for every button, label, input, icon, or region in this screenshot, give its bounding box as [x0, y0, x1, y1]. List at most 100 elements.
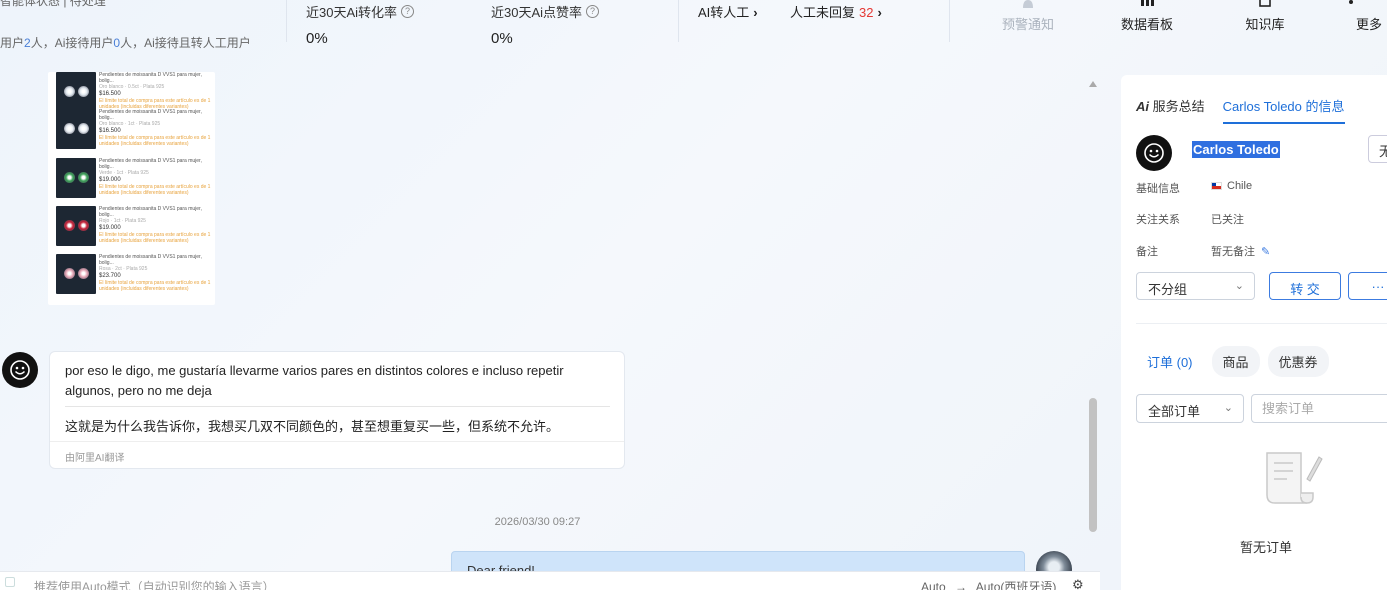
stat-ai-like-rate: 近30天Ai点赞率? 0% — [491, 2, 600, 47]
translate-mode-icon[interactable] — [5, 577, 15, 587]
stat-ai-conversion: 近30天Ai转化率? 0% — [306, 2, 415, 47]
product-price: $19.000 — [99, 225, 121, 231]
more-actions-button[interactable]: ··· — [1348, 272, 1387, 300]
order-filter-select[interactable]: 全部订单 ⌄ — [1136, 394, 1244, 423]
product-item[interactable]: Pendientes de moissanita D VVS1 para muj… — [54, 109, 214, 155]
pencil-icon[interactable]: ✎ — [1261, 246, 1270, 258]
product-limit-note: El límite total de compra para este artí… — [99, 280, 211, 292]
empty-orders-icon — [1266, 452, 1323, 504]
product-thumbnail — [56, 158, 96, 198]
chart-icon — [1141, 0, 1154, 6]
chile-flag-icon — [1211, 182, 1222, 190]
product-title: Pendientes de moissanita D VVS1 para muj… — [99, 206, 202, 218]
product-item[interactable]: Pendientes de moissanita D VVS1 para muj… — [54, 158, 214, 204]
divider — [678, 0, 679, 42]
knowledge-base-button[interactable]: 知识库 — [1225, 0, 1305, 33]
chevron-down-icon: ⌄ — [1223, 402, 1233, 414]
smiley-icon — [1144, 143, 1164, 163]
divider — [286, 0, 287, 42]
gear-icon[interactable]: ⚙ — [1072, 577, 1084, 590]
more-icon — [1349, 0, 1353, 4]
product-limit-note: El límite total de compra para este artí… — [99, 135, 211, 147]
message-translation: 这就是为什么我告诉你，我想买几双不同颜色的，甚至想重复买一些，但系统不允许。 — [65, 419, 560, 434]
tag-button[interactable]: 无 — [1368, 135, 1387, 163]
smiley-icon — [10, 360, 30, 380]
tab-coupons[interactable]: 优惠券 — [1267, 346, 1329, 377]
unreplied-count: 32 — [859, 5, 874, 20]
gem-shape — [78, 172, 89, 183]
chat-scrollbar[interactable] — [1089, 398, 1097, 532]
chevron-down-icon: ⌄ — [1234, 280, 1244, 292]
translation-footer: 由阿里AI翻译 — [65, 453, 125, 464]
group-select[interactable]: 不分组 ⌄ — [1136, 272, 1255, 300]
help-icon[interactable]: ? — [401, 5, 415, 18]
product-variant: Oro blanco · 1ct · Plata 925 — [99, 121, 161, 127]
product-variant: Rojo · 1ct · Plata 925 — [99, 218, 146, 224]
tab-customer-info[interactable]: Carlos Toledo 的信息 — [1222, 96, 1345, 124]
tab-orders[interactable]: 订单 (0) — [1136, 346, 1204, 377]
message-input-bar[interactable]: 推荐使用Auto模式（自动识别您的输入语言） Auto → Auto(西班牙语)… — [0, 571, 1100, 590]
stat-value: 0% — [306, 30, 328, 47]
message-input-placeholder[interactable]: 推荐使用Auto模式（自动识别您的输入语言） — [34, 578, 275, 590]
gem-shape — [64, 220, 75, 231]
book-icon — [1259, 0, 1271, 7]
tab-products[interactable]: 商品 — [1211, 346, 1260, 377]
product-variant: Oro blanco · 0.5ct · Plata 925 — [99, 84, 165, 90]
product-thumbnail — [56, 206, 96, 246]
divider — [50, 441, 624, 442]
chat-thread[interactable]: Pendientes de moissanita D VVS1 para muj… — [0, 72, 1100, 572]
stat-value: 0% — [491, 30, 513, 47]
agent-avatar — [1036, 551, 1072, 572]
product-title: Pendientes de moissanita D VVS1 para muj… — [99, 72, 202, 84]
product-limit-note: El límite total de compra para este artí… — [99, 232, 211, 244]
product-price: $16.500 — [99, 91, 121, 97]
info-row-basic: 基础信息 Chile — [1136, 180, 1253, 195]
customer-name[interactable]: Carlos Toledo — [1192, 141, 1280, 158]
order-search-input[interactable] — [1251, 394, 1387, 423]
product-item[interactable]: Pendientes de moissanita D VVS1 para muj… — [54, 254, 214, 300]
gem-shape — [78, 86, 89, 97]
help-icon[interactable]: ? — [586, 5, 600, 18]
product-item[interactable]: Pendientes de moissanita D VVS1 para muj… — [54, 206, 214, 252]
product-title: Pendientes de moissanita D VVS1 para muj… — [99, 158, 202, 170]
empty-orders-text: 暂无订单 — [1239, 540, 1292, 555]
chevron-right-icon: › — [753, 5, 758, 20]
scroll-up-arrow[interactable] — [1089, 81, 1097, 87]
tab-service-summary[interactable]: Ai 服务总结 — [1136, 96, 1205, 124]
alert-notice-button[interactable]: 预警通知 — [988, 0, 1068, 33]
product-limit-note: El límite total de compra para este artí… — [99, 184, 211, 196]
arrow-right-icon: → — [955, 580, 968, 590]
stats-header: 智能体状态 | 待处理 用户2人，Ai接待用户0人，Ai接待且转人工用户 近30… — [0, 0, 1387, 58]
gem-shape — [64, 123, 75, 134]
ai-transfer-link[interactable]: AI转人工 › — [698, 2, 758, 21]
product-thumbnail — [56, 109, 96, 149]
language-selector[interactable]: Auto → Auto(西班牙语) — [921, 578, 1056, 590]
divider — [949, 0, 950, 42]
chevron-right-icon: › — [877, 5, 882, 20]
more-tools-button[interactable]: 更多 — [1338, 0, 1387, 33]
customer-avatar[interactable] — [2, 352, 38, 388]
gem-shape — [78, 220, 89, 231]
customer-info-panel: Ai 服务总结 Carlos Toledo 的信息 Carlos Toledo … — [1121, 75, 1387, 590]
gem-shape — [78, 268, 89, 279]
gem-shape — [64, 268, 75, 279]
product-thumbnail — [56, 72, 96, 112]
unreplied-link[interactable]: 人工未回复 32 › — [790, 2, 882, 21]
agent-message-bubble: Dear friend! — [451, 551, 1025, 572]
dashboard-button[interactable]: 数据看板 — [1107, 0, 1187, 33]
product-price: $23.700 — [99, 273, 121, 279]
product-variant: Verde · 1ct · Plata 925 — [99, 170, 149, 176]
customer-message-bubble: por eso le digo, me gustaría llevarme va… — [49, 351, 625, 469]
product-list-card[interactable]: Pendientes de moissanita D VVS1 para muj… — [48, 72, 215, 305]
info-row-remark: 备注 暂无备注 ✎ — [1136, 246, 1271, 258]
transfer-button[interactable]: 转 交 — [1269, 272, 1341, 300]
product-title: Pendientes de moissanita D VVS1 para muj… — [99, 254, 202, 266]
info-row-follow: 关注关系 已关注 — [1136, 214, 1244, 226]
divider — [65, 406, 610, 407]
gem-shape — [64, 86, 75, 97]
product-title: Pendientes de moissanita D VVS1 para muj… — [99, 109, 202, 121]
product-price: $16.500 — [99, 128, 121, 134]
message-original: por eso le digo, me gustaría llevarme va… — [65, 363, 564, 398]
agent-status-text: 智能体状态 | 待处理 — [0, 0, 106, 8]
product-thumbnail — [56, 254, 96, 294]
